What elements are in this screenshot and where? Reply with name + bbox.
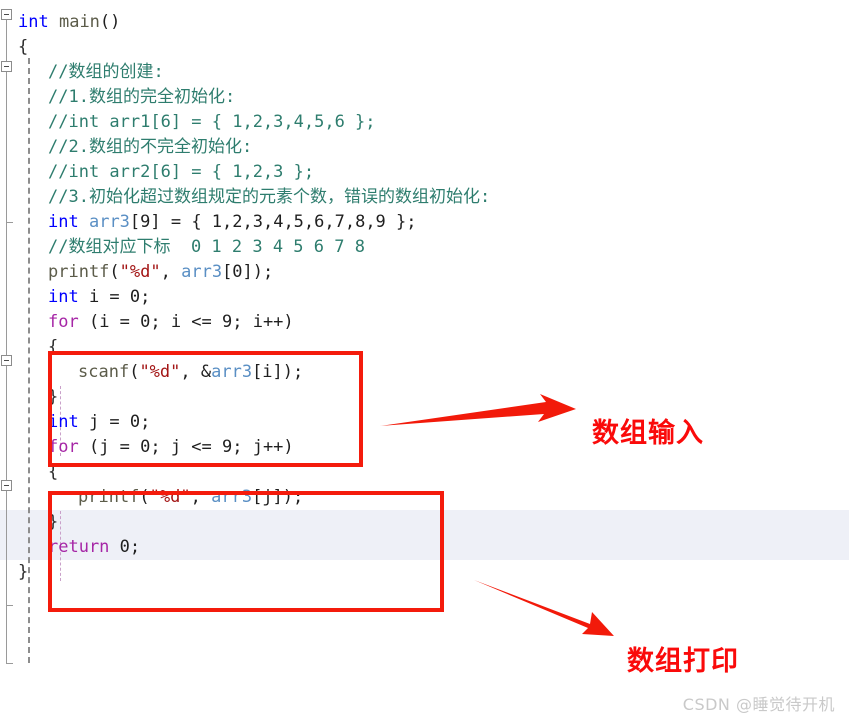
csdn-watermark: CSDN @睡觉待开机 — [682, 695, 835, 714]
code-token: //3.初始化超过数组规定的元素个数，错误的数组初始化: — [48, 187, 491, 207]
highlight-box-scanf-loop — [48, 351, 363, 467]
code-token: , — [160, 262, 182, 282]
fold-tick-end — [6, 663, 13, 664]
code-line[interactable]: //int arr1[6] = { 1,2,3,4,5,6 }; — [48, 110, 376, 135]
fold-marker-for-i[interactable] — [1, 355, 12, 366]
code-line[interactable]: int i = 0; — [48, 285, 150, 310]
code-line[interactable]: int main() — [18, 10, 120, 35]
code-token: arr3 — [181, 262, 223, 282]
code-token: } — [18, 562, 29, 582]
annotation-array-print: 数组打印 — [627, 646, 739, 677]
code-line[interactable]: //数组对应下标 0 1 2 3 4 5 6 7 8 — [48, 235, 365, 260]
code-token: [9] = { 1,2,3,4,5,6,7,8,9 }; — [129, 212, 417, 232]
code-token: int — [48, 287, 79, 307]
code-token: arr3 — [88, 212, 130, 232]
code-token: //2.数组的不完全初始化: — [48, 137, 253, 157]
code-line[interactable]: int arr3[9] = { 1,2,3,4,5,6,7,8,9 }; — [48, 210, 417, 235]
code-line[interactable]: { — [18, 35, 28, 60]
code-token: "%d" — [119, 262, 161, 282]
fold-tick-lower — [6, 605, 13, 606]
fold-marker-for-j[interactable] — [1, 480, 12, 491]
screenshot-root: int main(){//数组的创建://1.数组的完全初始化://int ar… — [0, 0, 849, 723]
code-token: int — [18, 12, 49, 32]
code-token: () — [99, 12, 121, 32]
code-line[interactable]: //数组的创建: — [48, 60, 164, 85]
fold-marker-main[interactable] — [1, 9, 12, 20]
code-token: main — [58, 12, 100, 32]
code-line[interactable]: //3.初始化超过数组规定的元素个数，错误的数组初始化: — [48, 185, 490, 210]
code-token: //数组对应下标 0 1 2 3 4 5 6 7 8 — [48, 237, 365, 257]
code-line[interactable]: for (i = 0; i <= 9; i++) — [48, 310, 294, 335]
arrow-to-printf-loop — [474, 580, 614, 636]
editor-gutter[interactable] — [0, 0, 14, 723]
fold-tick-upper — [6, 222, 13, 223]
code-line[interactable]: } — [18, 560, 28, 585]
code-token: //数组的创建: — [48, 62, 164, 82]
code-token: [0]); — [222, 262, 274, 282]
code-token: //int arr1[6] = { 1,2,3,4,5,6 }; — [48, 112, 376, 132]
code-token: printf — [48, 262, 110, 282]
code-line[interactable]: //2.数组的不完全初始化: — [48, 135, 252, 160]
annotation-array-input: 数组输入 — [592, 418, 704, 449]
arrow-to-scanf-loop — [380, 394, 576, 426]
code-token: (i = 0; i <= 9; i++) — [78, 312, 294, 332]
code-token: int — [48, 212, 79, 232]
code-token: { — [18, 37, 29, 57]
code-line[interactable]: //1.数组的完全初始化: — [48, 85, 235, 110]
code-line[interactable]: printf("%d", arr3[0]); — [48, 260, 273, 285]
code-token: for — [48, 312, 79, 332]
code-line[interactable]: //int arr2[6] = { 1,2,3 }; — [48, 160, 314, 185]
fold-spine-main — [6, 18, 7, 663]
highlight-box-printf-loop — [48, 491, 444, 612]
indent-guide-level-1 — [28, 58, 30, 663]
code-token: //1.数组的完全初始化: — [48, 87, 236, 107]
fold-marker-block[interactable] — [1, 61, 12, 72]
code-token: ( — [109, 262, 120, 282]
code-token: //int arr2[6] = { 1,2,3 }; — [48, 162, 315, 182]
code-token: i = 0; — [78, 287, 151, 307]
